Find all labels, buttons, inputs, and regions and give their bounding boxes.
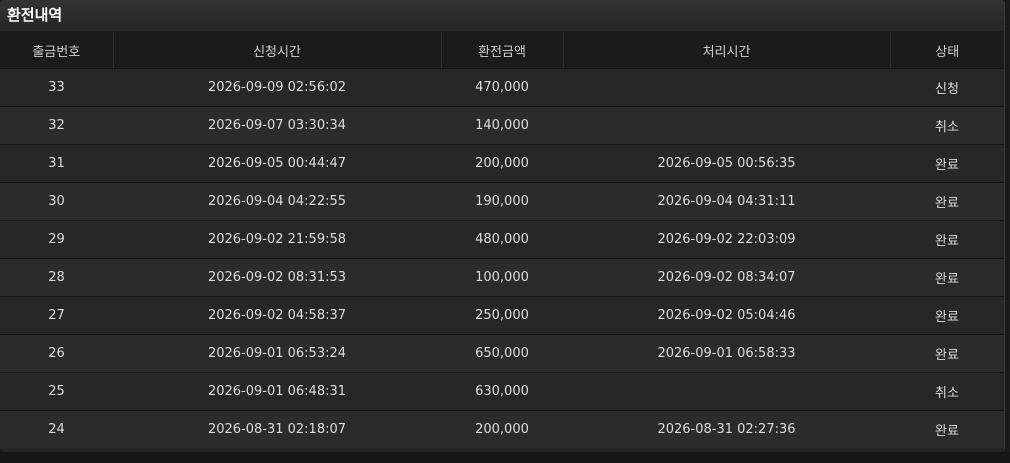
cell-withdrawal-number: 27 bbox=[0, 296, 113, 335]
cell-exchange-amount: 100,000 bbox=[441, 258, 563, 297]
cell-exchange-amount: 480,000 bbox=[441, 220, 563, 259]
cell-exchange-amount: 630,000 bbox=[441, 372, 563, 411]
cell-status: 취소 bbox=[890, 106, 1004, 145]
cell-withdrawal-number: 29 bbox=[0, 220, 113, 259]
table-row: 33 2026-09-09 02:56:02 470,000 신청 bbox=[0, 68, 1004, 107]
cell-status: 취소 bbox=[890, 372, 1004, 411]
cell-processed-time: 2026-09-05 00:56:35 bbox=[563, 144, 890, 183]
header-withdrawal-number: 출금번호 bbox=[0, 32, 113, 69]
cell-withdrawal-number: 33 bbox=[0, 68, 113, 107]
table-row: 30 2026-09-04 04:22:55 190,000 2026-09-0… bbox=[0, 182, 1004, 221]
cell-status: 신청 bbox=[890, 68, 1004, 107]
cell-status: 완료 bbox=[890, 296, 1004, 335]
cell-processed-time bbox=[563, 68, 890, 107]
table-row: 28 2026-09-02 08:31:53 100,000 2026-09-0… bbox=[0, 258, 1004, 297]
cell-processed-time bbox=[563, 372, 890, 411]
header-exchange-amount: 환전금액 bbox=[440, 32, 563, 69]
cell-processed-time: 2026-09-02 05:04:46 bbox=[563, 296, 890, 335]
cell-status: 완료 bbox=[890, 334, 1004, 373]
cell-exchange-amount: 190,000 bbox=[441, 182, 563, 221]
table-row: 32 2026-09-07 03:30:34 140,000 취소 bbox=[0, 106, 1004, 145]
table-row: 29 2026-09-02 21:59:58 480,000 2026-09-0… bbox=[0, 220, 1004, 259]
table-row: 25 2026-09-01 06:48:31 630,000 취소 bbox=[0, 372, 1004, 411]
table-row: 24 2026-08-31 02:18:07 200,000 2026-08-3… bbox=[0, 410, 1004, 448]
header-request-time: 신청시간 bbox=[112, 32, 441, 69]
cell-status: 완료 bbox=[890, 182, 1004, 221]
table-header: 출금번호 신청시간 환전금액 처리시간 상태 bbox=[0, 32, 1004, 69]
table-row: 26 2026-09-01 06:53:24 650,000 2026-09-0… bbox=[0, 334, 1004, 373]
cell-exchange-amount: 200,000 bbox=[441, 144, 563, 183]
cell-exchange-amount: 200,000 bbox=[441, 410, 563, 448]
cell-request-time: 2026-09-02 04:58:37 bbox=[113, 296, 441, 335]
cell-request-time: 2026-09-09 02:56:02 bbox=[113, 68, 441, 107]
cell-exchange-amount: 470,000 bbox=[441, 68, 563, 107]
cell-status: 완료 bbox=[890, 258, 1004, 297]
cell-withdrawal-number: 24 bbox=[0, 410, 113, 448]
exchange-history-table: 출금번호 신청시간 환전금액 처리시간 상태 33 2026-09-09 02:… bbox=[0, 32, 1004, 448]
cell-request-time: 2026-09-02 21:59:58 bbox=[113, 220, 441, 259]
cell-processed-time: 2026-09-02 22:03:09 bbox=[563, 220, 890, 259]
table-body: 33 2026-09-09 02:56:02 470,000 신청 32 202… bbox=[0, 68, 1004, 448]
cell-request-time: 2026-09-01 06:48:31 bbox=[113, 372, 441, 411]
cell-withdrawal-number: 25 bbox=[0, 372, 113, 411]
cell-request-time: 2026-08-31 02:18:07 bbox=[113, 410, 441, 448]
cell-status: 완료 bbox=[890, 410, 1004, 448]
header-status: 상태 bbox=[889, 32, 1004, 69]
cell-exchange-amount: 140,000 bbox=[441, 106, 563, 145]
cell-exchange-amount: 250,000 bbox=[441, 296, 563, 335]
cell-withdrawal-number: 28 bbox=[0, 258, 113, 297]
cell-status: 완료 bbox=[890, 220, 1004, 259]
cell-status: 완료 bbox=[890, 144, 1004, 183]
cell-request-time: 2026-09-05 00:44:47 bbox=[113, 144, 441, 183]
panel-title: 환전내역 bbox=[0, 0, 1004, 32]
cell-processed-time: 2026-09-01 06:58:33 bbox=[563, 334, 890, 373]
header-row: 출금번호 신청시간 환전금액 처리시간 상태 bbox=[0, 32, 1004, 69]
page-bottom-strip bbox=[0, 452, 1010, 463]
cell-processed-time: 2026-09-02 08:34:07 bbox=[563, 258, 890, 297]
table-row: 31 2026-09-05 00:44:47 200,000 2026-09-0… bbox=[0, 144, 1004, 183]
exchange-history-panel: 환전내역 출금번호 신청시간 환전금액 처리시간 상태 33 2026-09-0… bbox=[0, 0, 1005, 452]
table-row: 27 2026-09-02 04:58:37 250,000 2026-09-0… bbox=[0, 296, 1004, 335]
cell-withdrawal-number: 31 bbox=[0, 144, 113, 183]
cell-withdrawal-number: 30 bbox=[0, 182, 113, 221]
header-processed-time: 처리시간 bbox=[562, 32, 890, 69]
cell-withdrawal-number: 32 bbox=[0, 106, 113, 145]
cell-exchange-amount: 650,000 bbox=[441, 334, 563, 373]
cell-processed-time bbox=[563, 106, 890, 145]
cell-processed-time: 2026-08-31 02:27:36 bbox=[563, 410, 890, 448]
cell-withdrawal-number: 26 bbox=[0, 334, 113, 373]
cell-request-time: 2026-09-01 06:53:24 bbox=[113, 334, 441, 373]
cell-processed-time: 2026-09-04 04:31:11 bbox=[563, 182, 890, 221]
cell-request-time: 2026-09-07 03:30:34 bbox=[113, 106, 441, 145]
cell-request-time: 2026-09-02 08:31:53 bbox=[113, 258, 441, 297]
cell-request-time: 2026-09-04 04:22:55 bbox=[113, 182, 441, 221]
